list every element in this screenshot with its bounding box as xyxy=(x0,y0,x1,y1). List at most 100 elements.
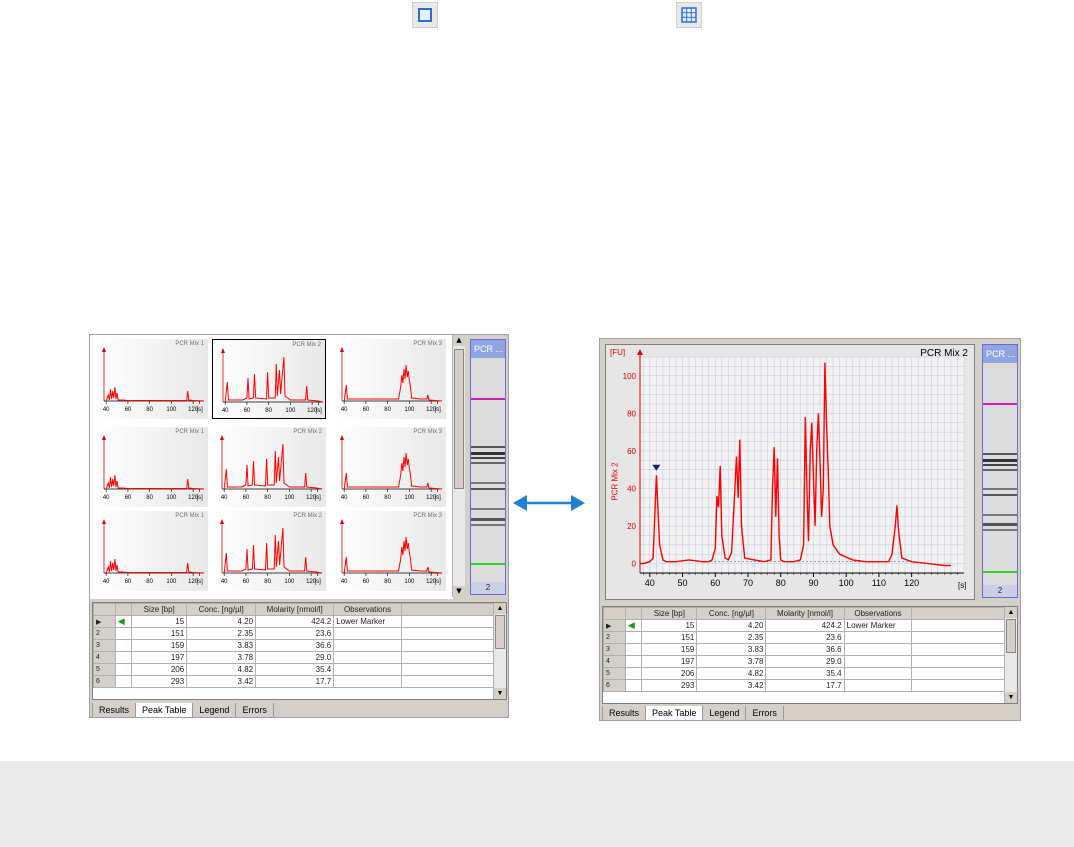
row-header[interactable]: 2 xyxy=(603,631,626,644)
single-view-button[interactable] xyxy=(412,2,438,28)
single-view-window: 40 50 60 70 80 90 100 110 120 0 20 40 60 80 100 PCR Mi… xyxy=(599,338,1021,721)
thumbnail-tick: 80 xyxy=(264,495,271,501)
row-flag xyxy=(624,679,643,692)
table-header[interactable] xyxy=(624,607,643,620)
row-header[interactable]: ▶ xyxy=(93,615,116,628)
x-tick-label: 80 xyxy=(776,578,786,588)
table-header[interactable]: Size [bp] xyxy=(131,603,188,616)
tab-errors[interactable]: Errors xyxy=(745,706,784,720)
thumbnail-5[interactable]: PCR Mix 2 40 60 80 100 120 [s] xyxy=(212,427,326,507)
table-row[interactable]: 5 206 4.82 35.4 xyxy=(603,667,1017,680)
thumbnail-6[interactable]: PCR Mix 3 40 60 80 100 120 [s] xyxy=(332,427,446,507)
thumbnail-trace xyxy=(343,364,443,402)
cell-conc: 4.82 xyxy=(696,667,767,680)
row-flag xyxy=(114,651,133,664)
row-header[interactable]: 5 xyxy=(603,667,626,680)
y-axis-label: PCR Mix 2 xyxy=(610,462,620,501)
row-header[interactable]: 6 xyxy=(93,675,116,688)
electropherogram[interactable]: 40 50 60 70 80 90 100 110 120 0 20 40 60 80 100 PCR Mi… xyxy=(605,344,975,600)
tab-errors[interactable]: Errors xyxy=(235,703,274,717)
row-header[interactable]: 6 xyxy=(603,679,626,692)
table-header[interactable]: Molarity [nmol/l] xyxy=(255,603,335,616)
thumbnail-tick: [s] xyxy=(434,495,441,501)
thumbnail-scrollbar[interactable]: ▲ ▼ xyxy=(452,335,465,597)
table-row[interactable]: 5 206 4.82 35.4 xyxy=(93,663,507,676)
thumbnail-8[interactable]: PCR Mix 2 40 60 80 100 120 [s] xyxy=(212,511,326,591)
thumbnail-1[interactable]: PCR Mix 1 40 60 80 100 120 [s] xyxy=(94,339,208,419)
thumbnail-tick: 100 xyxy=(284,579,295,585)
thumbnail-9[interactable]: PCR Mix 3 40 60 80 100 120 [s] xyxy=(332,511,446,591)
tab-results[interactable]: Results xyxy=(602,706,647,720)
row-header[interactable]: 3 xyxy=(603,643,626,656)
table-header[interactable]: Observations xyxy=(333,603,402,616)
table-row[interactable]: 3 159 3.83 36.6 xyxy=(93,639,507,652)
gel-lane-panel-right[interactable]: PCR ... 2 xyxy=(982,344,1018,598)
tab-results[interactable]: Results xyxy=(92,703,137,717)
cell-size: 206 xyxy=(131,663,188,676)
cell-molarity: 36.6 xyxy=(255,639,335,652)
row-header[interactable]: 3 xyxy=(93,639,116,652)
row-header[interactable]: 5 xyxy=(93,663,116,676)
thumbnail-2[interactable]: PCR Mix 2 40 60 80 100 120 [s] xyxy=(212,339,326,419)
y-unit-label: [FU] xyxy=(610,348,626,357)
tab-peak-table[interactable]: Peak Table xyxy=(135,703,194,717)
cell-size: 151 xyxy=(641,631,698,644)
scroll-thumb[interactable] xyxy=(454,349,464,489)
x-tick-label: 120 xyxy=(904,578,919,588)
table-row[interactable]: 4 197 3.78 29.0 xyxy=(93,651,507,664)
thumbnail-tick: 40 xyxy=(103,495,110,501)
chart-title: PCR Mix 2 xyxy=(920,348,968,359)
peak-table-right[interactable]: Size [bp] Conc. [ng/µl] Molarity [nmol/l] O… xyxy=(602,606,1018,704)
table-row[interactable]: ▶ ◀ 15 4.20 424.2 Lower Marker xyxy=(603,619,1017,632)
cell-conc: 3.42 xyxy=(186,675,257,688)
peak-table[interactable]: Size [bp] Conc. [ng/µl] Molarity [nmol/l] O… xyxy=(92,602,507,700)
tab-legend[interactable]: Legend xyxy=(192,703,237,717)
table-header[interactable] xyxy=(603,607,626,620)
y-tick-label: 20 xyxy=(627,522,636,531)
thumbnail-tick: [s] xyxy=(196,495,203,501)
scroll-down-arrow[interactable]: ▼ xyxy=(453,586,465,597)
table-header[interactable]: Size [bp] xyxy=(641,607,698,620)
gel-lane-panel[interactable]: PCR ... 2 xyxy=(470,339,506,595)
table-row[interactable]: 6 293 3.42 17.7 xyxy=(603,679,1017,692)
table-header[interactable] xyxy=(400,603,507,616)
double-arrow xyxy=(513,495,585,511)
thumbnail-tick: 80 xyxy=(264,579,271,585)
row-header[interactable]: 4 xyxy=(93,651,116,664)
cell-molarity: 17.7 xyxy=(255,675,335,688)
table-header[interactable]: Conc. [ng/µl] xyxy=(696,607,767,620)
scroll-up-arrow[interactable]: ▲ xyxy=(453,335,465,346)
table-scrollbar-right[interactable]: ▲ ▼ xyxy=(1004,607,1017,703)
row-header[interactable]: ▶ xyxy=(603,619,626,632)
table-row[interactable]: 3 159 3.83 36.6 xyxy=(603,643,1017,656)
tab-bar-right: Results Peak Table Legend Errors xyxy=(602,706,784,720)
table-row[interactable]: 2 151 2.35 23.6 xyxy=(93,627,507,640)
table-row[interactable]: 6 293 3.42 17.7 xyxy=(93,675,507,688)
table-scrollbar[interactable]: ▲ ▼ xyxy=(493,603,506,699)
table-header[interactable] xyxy=(93,603,116,616)
y-tick-label: 40 xyxy=(627,484,636,493)
table-row[interactable]: 4 197 3.78 29.0 xyxy=(603,655,1017,668)
thumbnail-tick: 40 xyxy=(221,495,228,501)
thumbnail-3[interactable]: PCR Mix 3 40 60 80 100 120 [s] xyxy=(332,339,446,419)
cell-size: 15 xyxy=(641,619,698,632)
thumbnail-7[interactable]: PCR Mix 1 40 60 80 100 120 [s] xyxy=(94,511,208,591)
table-header[interactable] xyxy=(911,607,1017,620)
table-header[interactable] xyxy=(114,603,133,616)
row-header[interactable]: 2 xyxy=(93,627,116,640)
tab-peak-table[interactable]: Peak Table xyxy=(645,706,704,720)
grid-view-button[interactable] xyxy=(676,2,702,28)
table-header[interactable]: Conc. [ng/µl] xyxy=(186,603,257,616)
row-header[interactable]: 4 xyxy=(603,655,626,668)
thumbnail-tick: 80 xyxy=(146,407,153,413)
table-row[interactable]: 2 151 2.35 23.6 xyxy=(603,631,1017,644)
table-row[interactable]: ▶ ◀ 15 4.20 424.2 Lower Marker xyxy=(93,615,507,628)
thumbnail-tick: 60 xyxy=(125,579,132,585)
table-header[interactable]: Molarity [nmol/l] xyxy=(765,607,845,620)
x-tick-label: 40 xyxy=(645,578,655,588)
thumbnail-4[interactable]: PCR Mix 1 40 60 80 100 120 [s] xyxy=(94,427,208,507)
thumbnail-tick: [s] xyxy=(315,408,322,414)
table-header[interactable]: Observations xyxy=(843,607,913,620)
tab-legend[interactable]: Legend xyxy=(702,706,747,720)
thumbnail-trace xyxy=(343,452,443,490)
